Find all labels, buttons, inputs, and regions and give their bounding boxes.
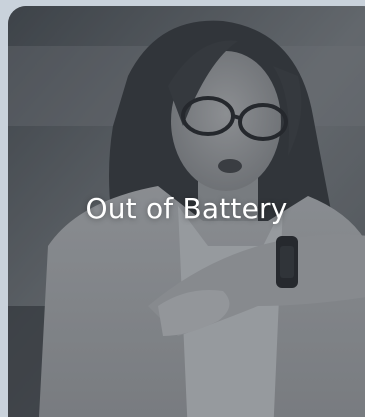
out-of-battery-card[interactable]: Out of Battery — [8, 6, 365, 417]
page: Out of Battery — [0, 0, 365, 417]
card-title: Out of Battery — [85, 192, 288, 225]
